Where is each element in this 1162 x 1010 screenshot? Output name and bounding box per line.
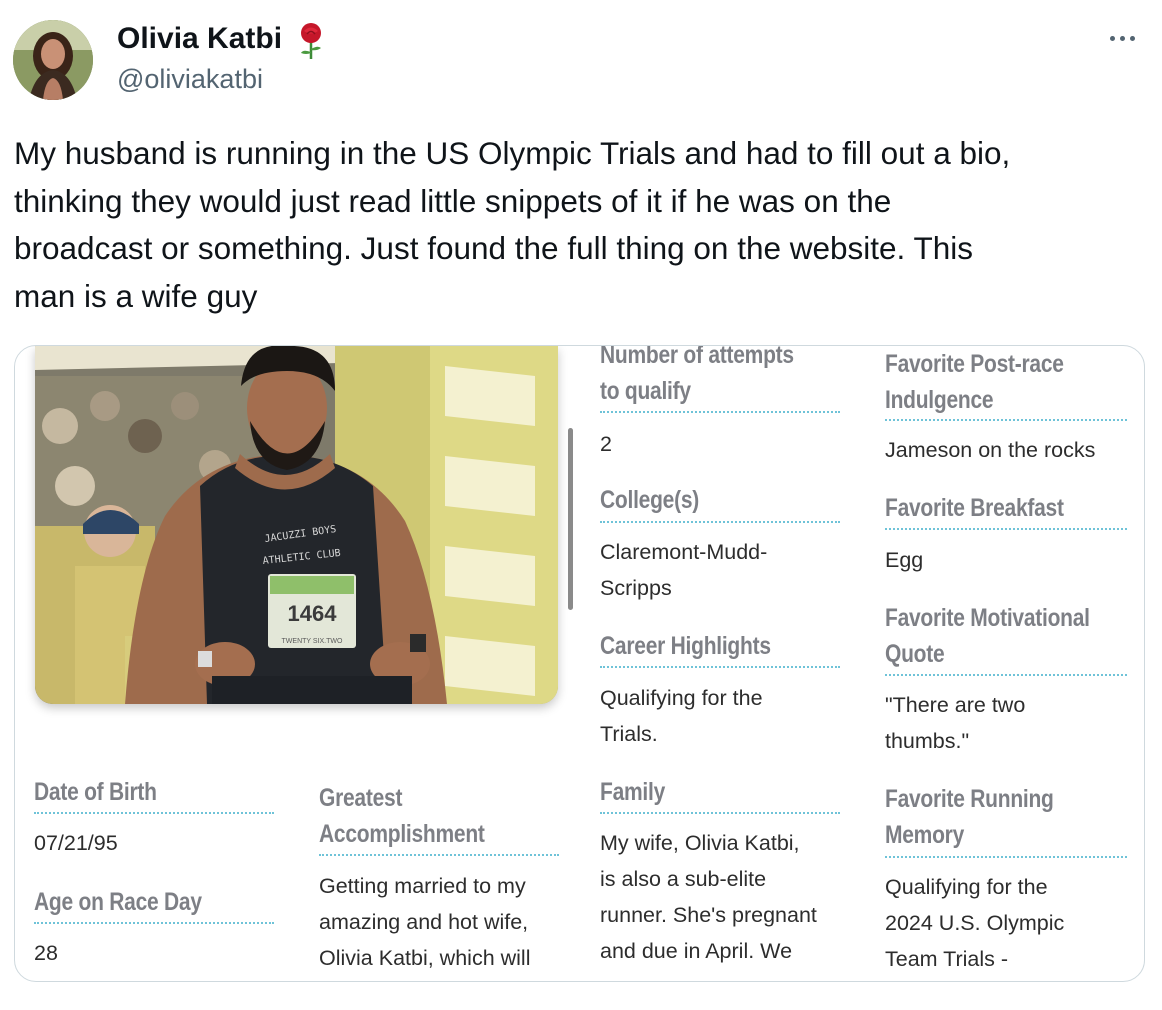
field-label-breakfast: Favorite Breakfast (885, 494, 1064, 522)
runner-photo: JACUZZI BOYS ATHLETIC CLUB 1464 TWENTY S… (35, 346, 558, 704)
page-scrollbar[interactable] (568, 428, 573, 610)
field-value-college: Claremont-Mudd- Scripps (600, 540, 768, 600)
more-options-button[interactable] (1102, 20, 1142, 56)
avatar-photo (13, 20, 93, 100)
field-value-breakfast: Egg (885, 548, 924, 572)
field-underline (885, 419, 1127, 421)
field-underline (34, 812, 274, 814)
field-underline (600, 411, 840, 413)
field-label-running-memory: Favorite Running Memory (885, 785, 1054, 849)
field-value-quote: "There are two thumbs." (885, 693, 1026, 753)
field-underline (319, 854, 559, 856)
field-value-highlights: Qualifying for the Trials. (600, 686, 763, 746)
field-value-family: My wife, Olivia Katbi, is also a sub-eli… (600, 831, 817, 963)
tweet-text-line: man is a wife guy (14, 277, 258, 314)
tweet-text: My husband is running in the US Olympic … (14, 130, 1144, 320)
field-underline (600, 521, 840, 523)
rose-icon (296, 22, 326, 60)
author-avatar[interactable] (13, 20, 93, 100)
tweet-text-line: My husband is running in the US Olympic … (14, 135, 1011, 171)
field-value-attempts: 2 (600, 432, 612, 456)
tweet-media-image[interactable]: JACUZZI BOYS ATHLETIC CLUB 1464 TWENTY S… (14, 345, 1145, 982)
field-label-highlights: Career Highlights (600, 632, 771, 660)
field-label-attempts: Number of attempts to qualify (600, 345, 794, 405)
tweet-text-line: thinking they would just read little sni… (14, 182, 892, 219)
field-label-dob: Date of Birth (34, 778, 157, 806)
field-value-accomplishment: Getting married to my amazing and hot wi… (319, 874, 531, 970)
author-handle[interactable]: @oliviakatbi (117, 64, 263, 95)
field-label-college: College(s) (600, 486, 700, 514)
bib-footer: TWENTY SIX.TWO (282, 638, 343, 645)
field-label-quote: Favorite Motivational Quote (885, 604, 1090, 668)
field-underline (600, 812, 840, 814)
field-label-accomplishment: Greatest Accomplishment (319, 784, 485, 848)
bib-number: 1464 (288, 601, 338, 626)
field-value-dob: 07/21/95 (34, 831, 118, 855)
field-underline (34, 922, 274, 924)
field-underline (885, 856, 1127, 858)
field-label-family: Family (600, 778, 666, 806)
field-value-post-race: Jameson on the rocks (885, 438, 1096, 462)
tweet-text-line: broadcast or something. Just found the f… (14, 230, 973, 266)
ellipsis-icon (1109, 35, 1115, 41)
field-value-running-memory: Qualifying for the 2024 U.S. Olympic Tea… (885, 875, 1065, 971)
author-name[interactable]: Olivia Katbi (117, 22, 282, 56)
field-underline (885, 528, 1127, 530)
field-value-age: 28 (34, 941, 58, 965)
field-underline (885, 674, 1127, 676)
field-underline (600, 666, 840, 668)
field-label-post-race: Favorite Post-race Indulgence (885, 350, 1064, 414)
field-label-age: Age on Race Day (34, 888, 202, 916)
